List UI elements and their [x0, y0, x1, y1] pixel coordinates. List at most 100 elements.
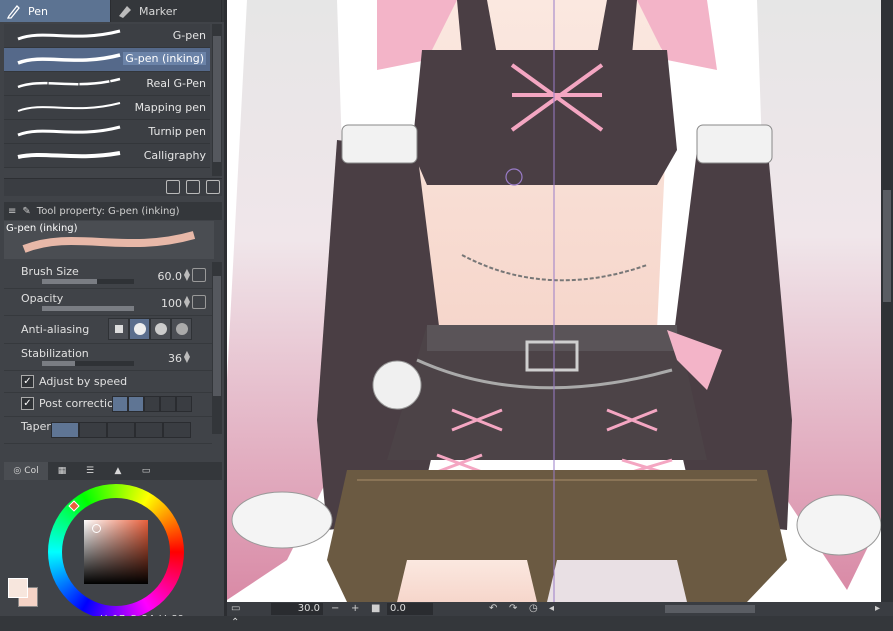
brush-item-calligraphy[interactable]: Calligraphy	[4, 144, 210, 168]
tab-pen-label: Pen	[28, 4, 48, 18]
tab-marker[interactable]: Marker	[111, 0, 222, 22]
anti-aliasing-row: Anti-aliasing	[4, 316, 212, 344]
scroll-right-icon[interactable]: ▸	[875, 602, 880, 616]
color-wheel-icon: ◎	[13, 466, 22, 476]
tool-property-list: Brush Size 60.0 ▲ ▼ Opacity 100 ▲ ▼ Anti-a…	[4, 262, 212, 444]
brush-item-real-g-pen[interactable]: Real G-Pen	[4, 72, 210, 96]
download-icon[interactable]	[166, 180, 180, 194]
pressure-icon[interactable]	[192, 268, 206, 282]
brush-size-slider[interactable]	[42, 279, 134, 284]
drawing-canvas[interactable]	[227, 0, 881, 602]
tab-intermediate[interactable]: ▲	[104, 462, 132, 480]
sv-picker-cursor[interactable]	[92, 524, 101, 533]
menu-icon[interactable]: ≡	[8, 206, 16, 217]
stabilization-label: Stabilization	[21, 347, 89, 360]
tab-approximate[interactable]: ▭	[132, 462, 160, 480]
layers-icon: ▭	[141, 466, 151, 476]
adjust-by-speed-label: Adjust by speed	[39, 375, 128, 388]
rotate-right-icon[interactable]: ↷	[509, 602, 517, 616]
taper-row[interactable]: Taper	[4, 417, 212, 444]
left-panel: Pen Marker G-pen G-pen (inking) Real G-P…	[0, 0, 224, 631]
brush-preview-name: G-pen (inking)	[6, 223, 78, 234]
brush-stroke-preview	[17, 53, 121, 65]
aa-strong-button[interactable]	[171, 318, 192, 340]
anti-aliasing-options	[108, 318, 192, 340]
taper-label: Taper	[21, 420, 51, 433]
spin-arrows-icon[interactable]: ▲ ▼	[184, 295, 190, 309]
trash-icon[interactable]	[206, 180, 220, 194]
brush-item-turnip-pen[interactable]: Turnip pen	[4, 120, 210, 144]
tool-property-title: Tool property: G-pen (inking)	[36, 205, 180, 217]
tool-tabs: Pen Marker	[0, 0, 224, 22]
tab-color-wheel[interactable]: ◎ Col	[4, 462, 48, 480]
color-tab-label: Col	[24, 466, 39, 476]
flip-icon[interactable]: ◂	[549, 602, 554, 616]
stabilization-value[interactable]: 36	[168, 352, 182, 365]
foreground-color-swatch[interactable]	[8, 578, 28, 598]
duplicate-icon[interactable]	[186, 180, 200, 194]
zoom-reset-icon[interactable]: ■	[371, 602, 380, 616]
scroll-thumb[interactable]	[883, 190, 891, 302]
pressure-icon[interactable]	[192, 295, 206, 309]
tool-property-scrollbar[interactable]	[212, 262, 222, 434]
zoom-in-icon[interactable]: +	[351, 602, 359, 616]
post-correction-checkbox[interactable]: ✓	[21, 397, 34, 410]
aa-weak-button[interactable]	[129, 318, 150, 340]
tab-color-slider[interactable]: ☰	[76, 462, 104, 480]
spin-arrows-icon[interactable]: ▲ ▼	[184, 350, 190, 364]
rotate-reset-icon[interactable]: ◷	[529, 602, 538, 616]
brush-item-g-pen[interactable]: G-pen	[4, 24, 210, 48]
post-correction-label: Post correction	[39, 397, 121, 410]
stabilization-row[interactable]: Stabilization 36 ▲ ▼	[4, 344, 212, 371]
brush-size-label: Brush Size	[21, 265, 79, 278]
zoom-value[interactable]: 30.0	[271, 603, 323, 615]
rotate-left-icon[interactable]: ↶	[489, 602, 497, 616]
brush-list-scrollbar[interactable]	[212, 24, 222, 176]
adjust-by-speed-row[interactable]: ✓ Adjust by speed	[4, 371, 212, 393]
aa-medium-button[interactable]	[150, 318, 171, 340]
mountain-icon: ▲	[114, 466, 122, 476]
brush-size-value[interactable]: 60.0	[158, 270, 183, 283]
horizontal-scroll-thumb[interactable]	[665, 605, 755, 613]
color-wheel-panel: H17 S24 V89	[4, 480, 222, 628]
post-correction-row[interactable]: ✓ Post correction	[4, 393, 212, 417]
brush-size-row[interactable]: Brush Size 60.0 ▲ ▼	[4, 262, 212, 289]
zoom-slider-icon[interactable]: ▭	[231, 602, 240, 616]
opacity-slider[interactable]	[42, 306, 134, 311]
brush-label: G-pen	[172, 29, 206, 42]
brush-list-toolbar	[4, 178, 222, 196]
color-slider-icon: ☰	[85, 466, 95, 476]
brush-stroke-preview	[17, 29, 121, 41]
artwork	[227, 0, 881, 602]
brush-stroke-preview	[17, 125, 121, 137]
adjust-by-speed-checkbox[interactable]: ✓	[21, 375, 34, 388]
hue-ring[interactable]	[48, 484, 184, 620]
canvas-vertical-scrollbar[interactable]	[881, 0, 893, 602]
brush-label: G-pen (inking)	[123, 52, 206, 65]
brush-label: Calligraphy	[143, 149, 206, 162]
aa-none-button[interactable]	[108, 318, 129, 340]
brush-label: Real G-Pen	[146, 77, 206, 90]
post-correction-level[interactable]	[112, 396, 192, 412]
collapse-icon[interactable]: ⌃	[231, 617, 239, 628]
taper-level[interactable]	[51, 422, 191, 438]
brush-stroke-preview	[17, 102, 121, 112]
pen-icon	[6, 5, 20, 19]
tab-color-set[interactable]: ▦	[48, 462, 76, 480]
brush-item-mapping-pen[interactable]: Mapping pen	[4, 96, 210, 120]
scroll-thumb[interactable]	[213, 36, 221, 162]
scroll-thumb[interactable]	[213, 276, 221, 396]
color-set-icon: ▦	[57, 466, 67, 476]
zoom-out-icon[interactable]: −	[331, 602, 339, 616]
rotation-value[interactable]: 0.0	[387, 603, 433, 615]
tab-pen[interactable]: Pen	[0, 0, 111, 22]
canvas-navigation-bar: ▭ 30.0 − + ■ 0.0 ↶ ↷ ◷ ◂ ▸	[227, 602, 893, 616]
hue-picker-cursor[interactable]	[68, 500, 80, 512]
opacity-row[interactable]: Opacity 100 ▲ ▼	[4, 289, 212, 316]
opacity-value[interactable]: 100	[161, 297, 182, 310]
brush-label: Mapping pen	[134, 101, 206, 114]
left-status-bar	[0, 616, 227, 631]
spin-arrows-icon[interactable]: ▲ ▼	[184, 268, 190, 282]
brush-item-g-pen-inking[interactable]: G-pen (inking)	[4, 48, 210, 72]
stabilization-slider[interactable]	[42, 361, 134, 366]
